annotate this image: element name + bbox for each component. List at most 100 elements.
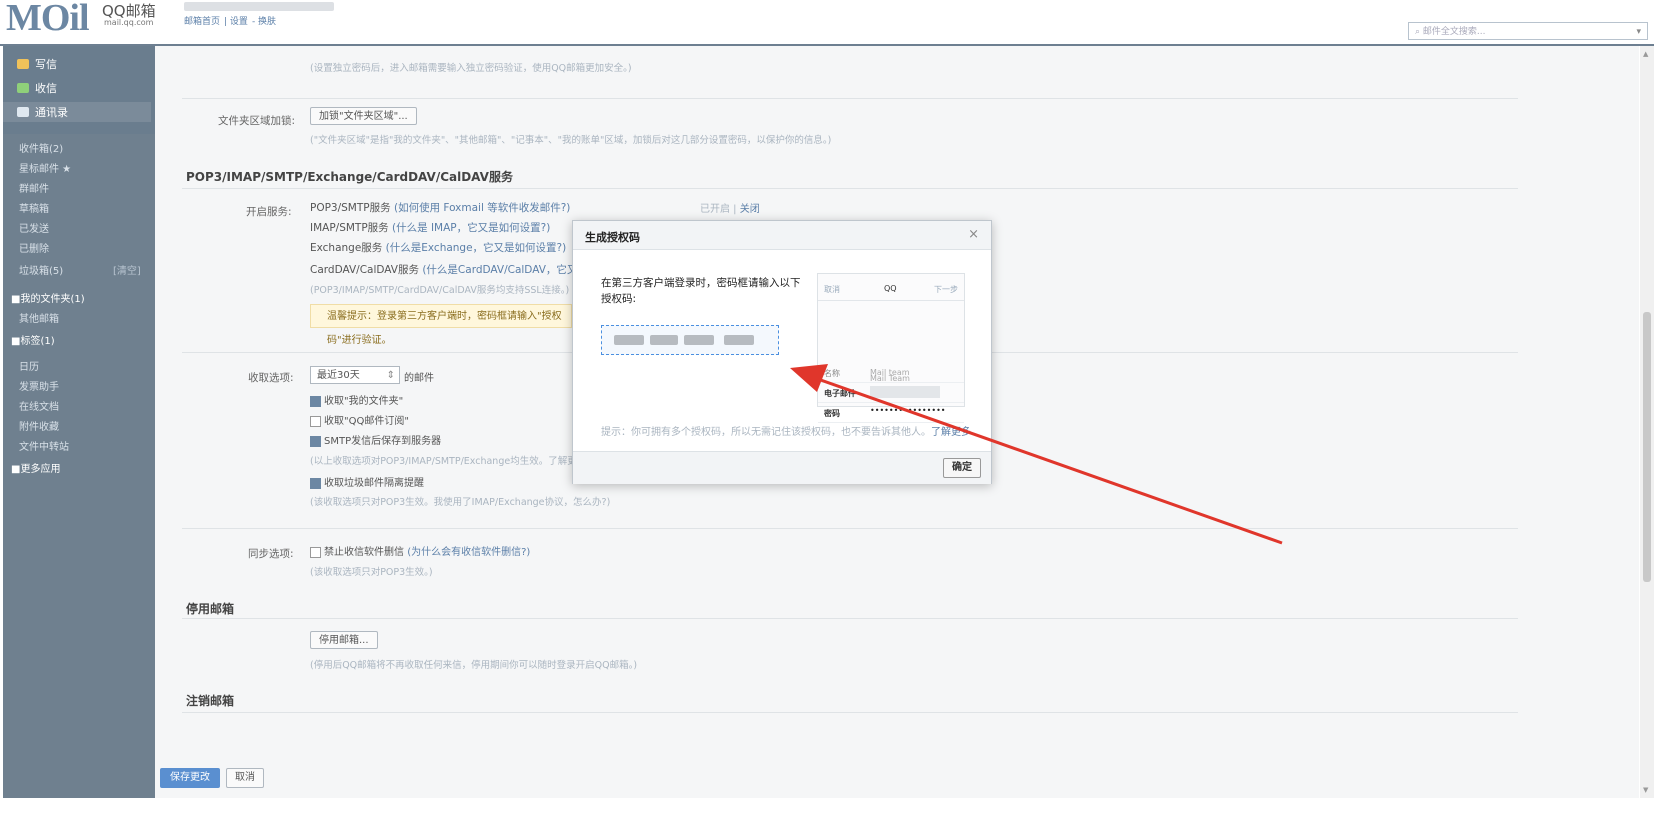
link-settings[interactable]: 设置 xyxy=(230,17,248,27)
checkbox-checked-icon[interactable] xyxy=(310,477,321,489)
checkbox-unchecked-icon[interactable] xyxy=(310,546,321,558)
option-junk-alert[interactable]: 收取垃圾邮件隔离提醒 xyxy=(310,474,424,489)
contacts-label: 通讯录 xyxy=(35,106,68,119)
folder-lock-label: 文件夹区域加锁: xyxy=(218,115,296,127)
compose-label: 写信 xyxy=(35,58,57,71)
scroll-down-icon[interactable]: ▼ xyxy=(1643,786,1648,794)
checkbox-checked-icon[interactable] xyxy=(310,395,321,407)
service-pop3-help-link[interactable]: (如何使用 Foxmail 等软件收发邮件?) xyxy=(394,202,570,214)
password-hint: (设置独立密码后，进入邮箱需要输入独立密码验证，使用QQ邮箱更加安全。) xyxy=(310,63,632,74)
auth-code-blurred xyxy=(724,335,754,345)
search-placeholder: 邮件全文搜索... xyxy=(1422,27,1486,37)
sync-hint: (该收取选项只对POP3生效。) xyxy=(310,567,433,578)
dialog-title: 生成授权码 xyxy=(585,231,640,244)
service-exchange-name: Exchange服务 xyxy=(310,242,383,254)
ssl-hint: (POP3/IMAP/SMTP/CardDAV/CalDAV服务均支持SSL连接… xyxy=(310,285,570,296)
preview-app: QQ xyxy=(884,284,897,293)
auth-code-blurred xyxy=(650,335,678,345)
preview-desc-value: Mail Team xyxy=(870,374,910,383)
chevron-down-icon[interactable]: ▾ xyxy=(1636,23,1641,41)
option-smtp-save-label: SMTP发信后保存到服务器 xyxy=(324,436,442,447)
dialog-instruction: 在第三方客户端登录时，密码框请输入以下授权码: xyxy=(601,277,801,305)
sidebar-item-attachments[interactable]: 附件收藏 xyxy=(19,418,59,433)
dialog-header: 生成授权码 × xyxy=(573,221,991,250)
checkbox-checked-icon[interactable] xyxy=(310,435,321,447)
sidebar-item-invoice[interactable]: 发票助手 xyxy=(19,378,59,393)
disable-section-title: 停用邮箱 xyxy=(186,602,235,616)
service-status: 已开启 | 关闭 xyxy=(700,204,760,215)
option-my-folders[interactable]: 收取"我的文件夹" xyxy=(310,392,403,407)
sidebar-item-deleted[interactable]: 已删除 xyxy=(19,240,49,255)
cancel-button[interactable]: 取消 xyxy=(226,768,264,788)
option-prevent-delete[interactable]: 禁止收信软件删信 (为什么会有收信软件删信?) xyxy=(310,543,530,558)
sidebar-item-inbox[interactable]: 收件箱(2) xyxy=(19,140,63,155)
ok-button[interactable]: 确定 xyxy=(943,458,981,478)
top-bar: MOil QQ邮箱 mail.qq.com 邮箱首页 | 设置 - 换肤 ⌕ 邮件全… xyxy=(0,0,1654,44)
search-input[interactable]: ⌕ 邮件全文搜索... ▾ xyxy=(1408,22,1648,40)
receive-button[interactable]: 收信 xyxy=(17,78,57,98)
sidebar-item-file-transfer[interactable]: 文件中转站 xyxy=(19,438,69,453)
auth-code-field[interactable] xyxy=(601,325,779,355)
contacts-button[interactable]: 通讯录 xyxy=(3,102,151,122)
preview-toolbar: 取消 QQ 下一步 xyxy=(818,280,964,301)
preview-password-label: 密码 xyxy=(824,409,840,418)
scroll-thumb[interactable] xyxy=(1643,312,1651,582)
sidebar-item-docs[interactable]: 在线文档 xyxy=(19,398,59,413)
sidebar-item-my-folders[interactable]: ■我的文件夹(1) xyxy=(11,290,85,305)
option-subscriptions-label: 收取"QQ邮件订阅" xyxy=(324,416,409,427)
option-smtp-save[interactable]: SMTP发信后保存到服务器 xyxy=(310,432,441,447)
close-icon[interactable]: × xyxy=(968,227,979,242)
sidebar-item-tags[interactable]: ■标签(1) xyxy=(11,332,55,347)
sidebar: 写信 收信 通讯录 收件箱(2) 星标邮件 ★ 群邮件 草稿箱 已发送 已删除 … xyxy=(3,46,155,798)
option-junk-alert-label: 收取垃圾邮件隔离提醒 xyxy=(324,478,424,489)
preview-name-label: 名称 xyxy=(824,369,840,378)
preview-email-blurred xyxy=(870,386,940,398)
save-button[interactable]: 保存更改 xyxy=(160,768,220,788)
service-imap: IMAP/SMTP服务 (什么是 IMAP，它又是如何设置?) xyxy=(310,220,550,235)
preview-password-value: •••••••••••••••• xyxy=(870,406,946,415)
link-skin[interactable]: 换肤 xyxy=(258,17,276,27)
service-status-text: 已开启 xyxy=(700,204,730,215)
service-close-link[interactable]: 关闭 xyxy=(740,204,760,215)
service-imap-help-link[interactable]: (什么是 IMAP，它又是如何设置?) xyxy=(392,222,550,234)
sidebar-item-sent[interactable]: 已发送 xyxy=(19,220,49,235)
learn-more-link[interactable]: 了解更多 xyxy=(931,427,971,438)
sidebar-item-calendar[interactable]: 日历 xyxy=(19,358,39,373)
dialog-tip-text: 提示：你可拥有多个授权码，所以无需记住该授权码，也不要告诉其他人。 xyxy=(601,427,931,438)
checkbox-unchecked-icon[interactable] xyxy=(310,415,321,427)
sync-help-link[interactable]: (为什么会有收信软件删信?) xyxy=(407,547,530,558)
logo-domain: mail.qq.com xyxy=(104,18,154,27)
disable-mailbox-button[interactable]: 停用邮箱... xyxy=(310,631,378,649)
pencil-icon xyxy=(17,59,29,69)
address-book-icon xyxy=(17,107,29,117)
sidebar-item-group[interactable]: 群邮件 xyxy=(19,180,49,195)
logo-mark[interactable]: MOil xyxy=(6,0,90,40)
client-preview-image: 取消 QQ 下一步 名称 Mail team 电子邮件 密码 •••••••••… xyxy=(817,273,965,423)
preview-row-password: 密码 •••••••••••••••• xyxy=(818,402,964,423)
scrollbar[interactable]: ▲ ▼ xyxy=(1640,46,1654,798)
link-home[interactable]: 邮箱首页 xyxy=(184,17,220,27)
sidebar-item-more-apps[interactable]: ■更多应用 xyxy=(11,460,60,475)
service-exchange-help-link[interactable]: (什么是Exchange，它又是如何设置?) xyxy=(386,242,567,254)
folder-lock-button[interactable]: 加锁"文件夹区域"... xyxy=(310,107,417,125)
clear-junk-link[interactable]: [清空] xyxy=(113,262,141,277)
service-carddav-name: CardDAV/CalDAV服务 xyxy=(310,264,419,276)
option-subscriptions[interactable]: 收取"QQ邮件订阅" xyxy=(310,412,409,427)
inbox-download-icon xyxy=(17,83,29,93)
divider xyxy=(182,188,1518,189)
cancel-section-title: 注销邮箱 xyxy=(186,694,235,708)
preview-cancel: 取消 xyxy=(824,285,840,294)
receive-range-select[interactable]: 最近30天 ⇕ xyxy=(310,366,400,384)
divider xyxy=(182,712,1518,713)
sidebar-item-junk[interactable]: 垃圾箱(5) xyxy=(19,262,63,277)
scroll-up-icon[interactable]: ▲ xyxy=(1643,50,1648,58)
sidebar-item-starred[interactable]: 星标邮件 ★ xyxy=(19,160,71,175)
folder-lock-hint: ("文件夹区域"是指"我的文件夹"、"其他邮箱"、"记事本"、"我的账单"区域，… xyxy=(310,135,832,146)
sidebar-item-drafts[interactable]: 草稿箱 xyxy=(19,200,49,215)
receive-options-label: 收取选项: xyxy=(248,372,294,384)
top-links: 邮箱首页 | 设置 - 换肤 xyxy=(184,17,277,27)
enable-service-label: 开启服务: xyxy=(246,206,292,218)
sidebar-item-other-mail[interactable]: 其他邮箱 xyxy=(19,310,59,325)
compose-button[interactable]: 写信 xyxy=(17,54,57,74)
auth-code-blurred xyxy=(684,335,714,345)
